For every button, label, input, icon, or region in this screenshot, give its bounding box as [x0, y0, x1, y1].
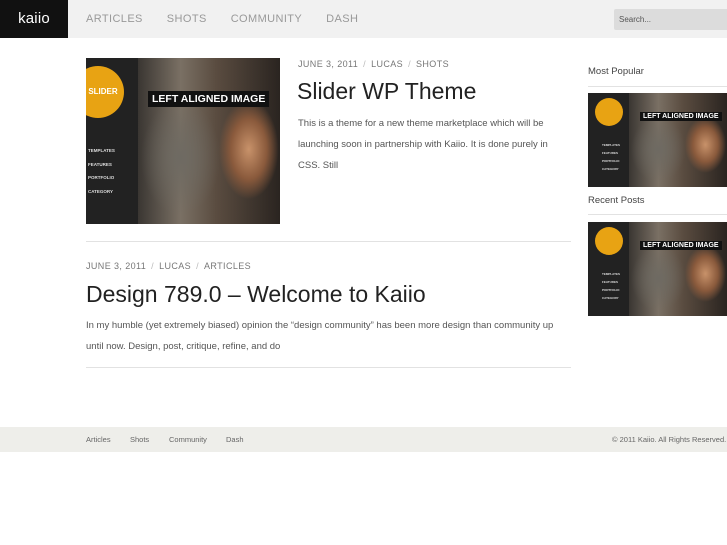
popular-post-thumbnail[interactable]: LEFT ALIGNED IMAGE TEMPLATES FEATURES PO… [588, 93, 727, 187]
top-bar: kaiio ARTICLES SHOTS COMMUNITY DASH [0, 0, 727, 38]
thumbnail-menu: TEMPLATES FEATURES PORTFOLIO CATEGORY [602, 143, 620, 171]
copyright-text: © 2011 Kaiio. All Rights Reserved. [612, 435, 727, 444]
divider [588, 214, 727, 215]
post-meta: JUNE 3, 2011/LUCAS / ARTICLES [86, 261, 252, 271]
thumbnail-caption: LEFT ALIGNED IMAGE [640, 112, 722, 121]
post-excerpt: This is a theme for a new theme marketpl… [298, 118, 548, 171]
thumbnail-menu: TEMPLATES FEATURES PORTFOLIO CATEGORY [88, 148, 115, 194]
slider-badge [595, 98, 623, 126]
footer-link-community[interactable]: Community [169, 427, 207, 452]
post-author[interactable]: LUCAS [159, 261, 191, 271]
main-nav: ARTICLES SHOTS COMMUNITY DASH [86, 0, 382, 38]
post-category[interactable]: ARTICLES [204, 261, 251, 271]
post-excerpt: In my humble (yet extremely biased) opin… [86, 320, 554, 352]
post-title[interactable]: Slider WP Theme [297, 78, 476, 105]
post-category[interactable]: SHOTS [416, 59, 449, 69]
search-input[interactable] [614, 9, 727, 30]
post-title[interactable]: Design 789.0 – Welcome to Kaiio [86, 281, 426, 308]
post-date: JUNE 3, 2011 [86, 261, 147, 271]
footer: Articles Shots Community Dash © 2011 Kai… [0, 427, 727, 452]
post-thumbnail[interactable]: SLIDER LEFT ALIGNED IMAGE TEMPLATES FEAT… [86, 58, 280, 224]
thumbnail-caption: LEFT ALIGNED IMAGE [640, 241, 722, 250]
recent-posts-heading: Recent Posts [588, 195, 645, 206]
thumbnail-menu: TEMPLATES FEATURES PORTFOLIO CATEGORY [602, 272, 620, 300]
nav-shots[interactable]: SHOTS [167, 0, 207, 38]
divider [86, 367, 571, 368]
divider [86, 241, 571, 242]
site-logo[interactable]: kaiio [0, 0, 68, 38]
nav-articles[interactable]: ARTICLES [86, 0, 143, 38]
divider [588, 86, 727, 87]
most-popular-heading: Most Popular [588, 66, 644, 77]
post-author[interactable]: LUCAS [371, 59, 403, 69]
nav-dash[interactable]: DASH [326, 0, 358, 38]
footer-link-articles[interactable]: Articles [86, 427, 111, 452]
thumbnail-caption: LEFT ALIGNED IMAGE [148, 91, 270, 107]
slider-badge [595, 227, 623, 255]
footer-link-dash[interactable]: Dash [226, 427, 244, 452]
nav-community[interactable]: COMMUNITY [231, 0, 302, 38]
post-date: JUNE 3, 2011 [298, 59, 359, 69]
post-meta: JUNE 3, 2011/LUCAS / SHOTS [298, 59, 450, 69]
footer-link-shots[interactable]: Shots [130, 427, 149, 452]
recent-post-thumbnail[interactable]: LEFT ALIGNED IMAGE TEMPLATES FEATURES PO… [588, 222, 727, 316]
